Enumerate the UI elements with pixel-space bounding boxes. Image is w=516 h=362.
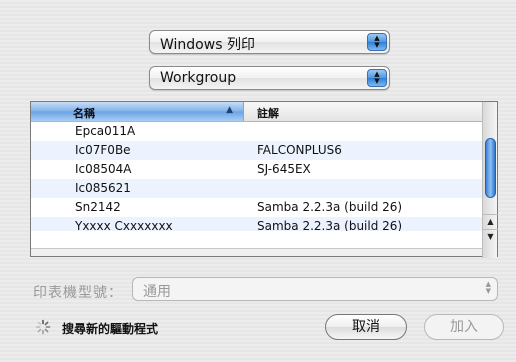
table-body: Epca011A Ic07F0Be FALCONPLUS6 Ic08504A S… [31, 122, 483, 250]
vertical-scrollbar[interactable]: ▲ ▼ [482, 102, 498, 258]
spinner-icon [35, 319, 51, 335]
workgroup-popup[interactable]: Workgroup ▲ ▼ [149, 66, 390, 90]
popup-arrows-icon: ▲ ▼ [367, 69, 387, 87]
table-header: 名稱 ▲ 註解 [31, 102, 497, 122]
printer-name: Yxxxx Cxxxxxxx [75, 219, 173, 231]
column-header-name[interactable]: 名稱 ▲ [31, 102, 244, 121]
printer-name: Ic085621 [75, 181, 131, 195]
popup-arrows-icon: ▲ ▼ [485, 280, 491, 295]
workgroup-value: Workgroup [160, 70, 237, 86]
search-driver-label: 搜尋新的驅動程式 [62, 322, 159, 336]
add-button[interactable]: 加入 [424, 314, 504, 340]
scroll-down-arrow-icon[interactable]: ▼ [483, 229, 498, 243]
sort-ascending-icon: ▲ [226, 105, 233, 115]
horizontal-scrollbar[interactable] [31, 248, 483, 256]
column-header-note[interactable]: 註解 [245, 102, 483, 121]
printer-source-popup[interactable]: Windows 列印 ▲ ▼ [149, 30, 390, 54]
table-row[interactable]: Epca011A [31, 122, 483, 141]
table-row[interactable]: Ic08504A SJ-645EX [31, 160, 483, 179]
printer-model-value: 通用 [143, 284, 171, 300]
printer-name: Sn2142 [75, 200, 121, 214]
column-header-name-label: 名稱 [73, 107, 95, 120]
printer-note: FALCONPLUS6 [257, 143, 342, 157]
cancel-button[interactable]: 取消 [325, 314, 407, 340]
popup-arrows-icon: ▲ ▼ [367, 33, 387, 51]
printer-note: SJ-645EX [257, 162, 311, 176]
printer-table[interactable]: 名稱 ▲ 註解 Epca011A Ic07F0Be FALCONPLUS6 Ic… [30, 101, 498, 258]
table-row[interactable]: Yxxxx Cxxxxxxx Samba 2.2.3a (build 26) [31, 217, 483, 231]
printer-source-value: Windows 列印 [160, 37, 255, 53]
table-row[interactable]: Ic07F0Be FALCONPLUS6 [31, 141, 483, 160]
column-header-note-label: 註解 [257, 107, 279, 120]
scroll-up-arrow-icon[interactable]: ▲ [483, 214, 498, 228]
printer-model-popup: 通用 ▲ ▼ [132, 277, 498, 301]
printer-note: Samba 2.2.3a (build 26) [257, 219, 403, 231]
printer-name: Ic08504A [75, 162, 132, 176]
printer-name: Epca011A [75, 124, 136, 138]
printer-note: Samba 2.2.3a (build 26) [257, 200, 403, 214]
scroll-thumb[interactable] [485, 138, 496, 198]
printer-model-label: 印表機型號： [33, 285, 123, 301]
table-row[interactable]: Sn2142 Samba 2.2.3a (build 26) [31, 198, 483, 217]
printer-name: Ic07F0Be [75, 143, 131, 157]
table-row[interactable]: Ic085621 [31, 179, 483, 198]
